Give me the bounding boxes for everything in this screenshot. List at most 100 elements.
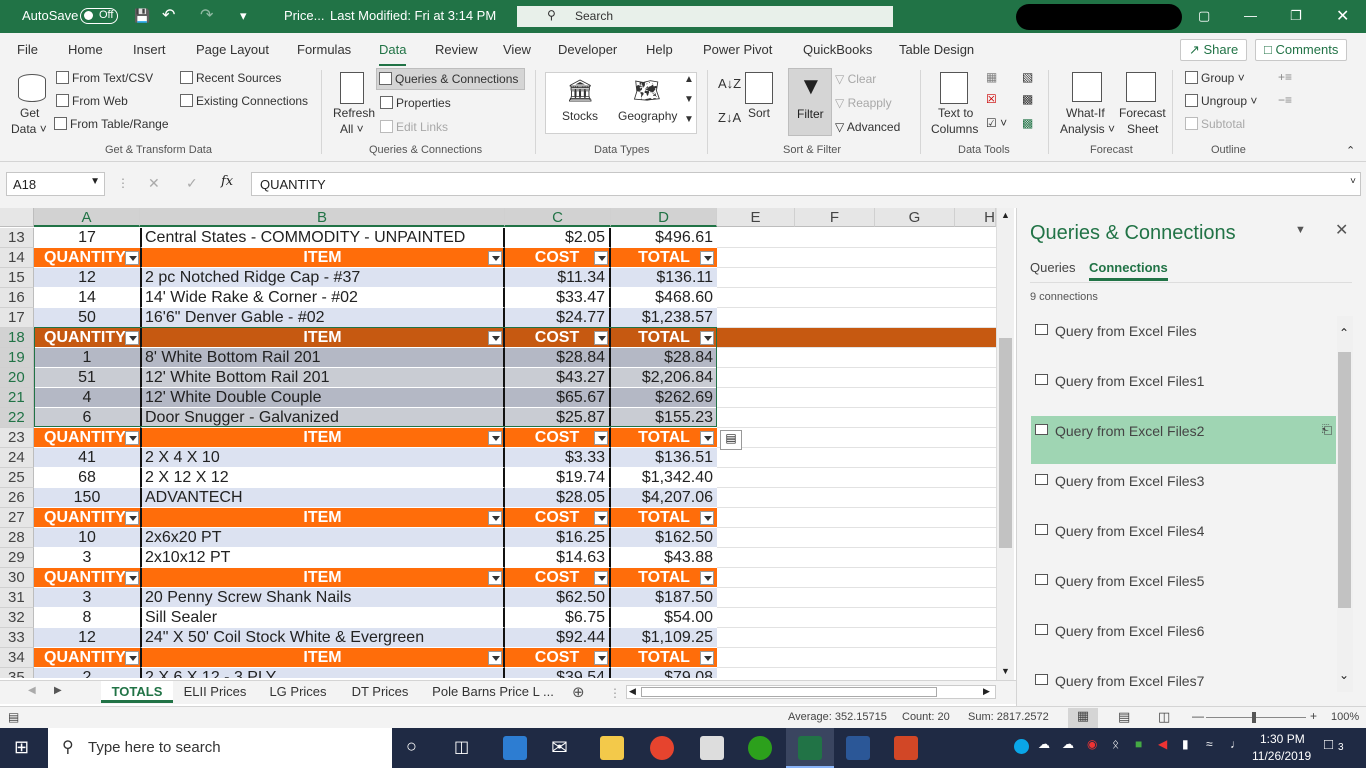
cell-c[interactable]: $28.05 <box>505 488 611 508</box>
select-all-corner[interactable] <box>0 208 34 227</box>
empty-cells[interactable] <box>717 328 1000 348</box>
tab-review[interactable]: Review <box>435 42 478 57</box>
vertical-scrollbar[interactable]: ▲ ▼ <box>996 208 1014 680</box>
cell-b[interactable]: ITEM <box>140 648 505 668</box>
empty-cells[interactable] <box>717 508 1000 528</box>
cell-b[interactable]: Sill Sealer <box>140 608 505 628</box>
row-header[interactable]: 17 <box>0 308 34 328</box>
sort-za-icon[interactable]: Z↓A <box>718 110 741 125</box>
filter-dropdown-icon[interactable] <box>594 331 608 345</box>
empty-cells[interactable] <box>717 368 1000 388</box>
properties-button[interactable]: Properties <box>380 96 451 110</box>
spreadsheet-grid[interactable]: A B C D E F G H 13 17 Central States - COM… <box>0 208 1016 678</box>
filter-dropdown-icon[interactable] <box>488 251 502 265</box>
restore-button[interactable]: ❐ <box>1290 8 1302 24</box>
cell-a[interactable]: 12 <box>34 628 140 648</box>
ribbon-display-icon[interactable]: ▢ <box>1198 8 1210 24</box>
modified-time[interactable]: Last Modified: Fri at 3:14 PM <box>330 8 496 23</box>
connection-doc-icon[interactable]: ⎗ <box>1322 422 1332 438</box>
zoom-out-icon[interactable]: — <box>1192 709 1204 723</box>
quickbooks-icon[interactable] <box>748 736 772 760</box>
tab-formulas[interactable]: Formulas <box>297 42 351 57</box>
collapse-ribbon-icon[interactable]: ⌃ <box>1346 144 1355 157</box>
empty-cells[interactable] <box>717 408 1000 428</box>
row-header[interactable]: 20 <box>0 368 34 388</box>
pane-tab-connections[interactable]: Connections <box>1089 260 1168 281</box>
cell-d[interactable]: $468.60 <box>611 288 717 308</box>
chrome-icon[interactable] <box>650 736 674 760</box>
cell-d[interactable]: $155.23 <box>611 408 717 428</box>
advanced-button[interactable]: ▽ Advanced <box>835 120 900 134</box>
empty-cells[interactable] <box>717 668 1000 678</box>
edit-links-button[interactable]: Edit Links <box>380 120 448 134</box>
cell-c[interactable]: $39.54 <box>505 668 611 678</box>
cell-b[interactable]: 2 X 4 X 10 <box>140 448 505 468</box>
stocks-button[interactable]: Stocks <box>562 109 598 123</box>
row-header[interactable]: 30 <box>0 568 34 588</box>
close-button[interactable]: ✕ <box>1336 6 1349 26</box>
queries-connections-button[interactable]: Queries & Connections <box>376 68 526 90</box>
save-icon[interactable]: 💾 <box>134 8 150 24</box>
connection-item[interactable]: Query from Excel Files1 <box>1031 366 1336 414</box>
scroll-up-icon[interactable]: ▲ <box>1001 210 1010 220</box>
confirm-entry-icon[interactable]: ✓ <box>186 175 198 192</box>
ungroup-button[interactable]: Ungroup ˅ <box>1185 94 1257 108</box>
row-header[interactable]: 13 <box>0 228 34 248</box>
pane-scroll-thumb[interactable] <box>1338 352 1351 608</box>
row-header[interactable]: 19 <box>0 348 34 368</box>
mail-icon[interactable]: ✉ <box>551 735 568 760</box>
filter-dropdown-icon[interactable] <box>125 331 139 345</box>
get-data-button[interactable]: Data ˅ <box>11 122 47 136</box>
tab-quickbooks[interactable]: QuickBooks <box>803 42 872 57</box>
tab-page-layout[interactable]: Page Layout <box>196 42 269 57</box>
taskbar-time[interactable]: 1:30 PM <box>1260 732 1305 746</box>
row-header[interactable]: 35 <box>0 668 34 678</box>
filter-dropdown-icon[interactable] <box>700 571 714 585</box>
macro-record-icon[interactable]: ▤ <box>8 710 19 724</box>
empty-cells[interactable] <box>717 608 1000 628</box>
filter-dropdown-icon[interactable] <box>594 571 608 585</box>
consolidate-icon[interactable]: ▧ <box>1022 70 1033 84</box>
cell-d[interactable]: $496.61 <box>611 228 717 248</box>
cell-c[interactable]: $25.87 <box>505 408 611 428</box>
subtotal-button[interactable]: Subtotal <box>1185 117 1245 131</box>
cell-c[interactable]: $28.84 <box>505 348 611 368</box>
cell-b[interactable]: 8' White Bottom Rail 201 <box>140 348 505 368</box>
cell-d[interactable]: $43.88 <box>611 548 717 568</box>
filter-button[interactable]: ▼ Filter <box>788 68 832 136</box>
from-table-button[interactable]: From Table/Range <box>54 117 169 131</box>
cell-c[interactable]: $11.34 <box>505 268 611 288</box>
filter-dropdown-icon[interactable] <box>700 331 714 345</box>
powerpoint-icon[interactable] <box>894 736 918 760</box>
empty-cells[interactable] <box>717 248 1000 268</box>
row-header[interactable]: 32 <box>0 608 34 628</box>
sort-button[interactable]: Sort <box>748 106 770 120</box>
cell-b[interactable]: 24" X 50' Coil Stock White & Evergreen <box>140 628 505 648</box>
clear-button[interactable]: ▽ Clear <box>835 72 876 86</box>
cell-c[interactable]: $3.33 <box>505 448 611 468</box>
tray-green-icon[interactable]: ■ <box>1135 737 1142 751</box>
taskbar-date[interactable]: 11/26/2019 <box>1252 749 1311 763</box>
cell-c[interactable]: $2.05 <box>505 228 611 248</box>
cell-a[interactable]: 2 <box>34 668 140 678</box>
filter-dropdown-icon[interactable] <box>488 331 502 345</box>
cell-b[interactable]: Door Snugger - Galvanized <box>140 408 505 428</box>
page-break-view-icon[interactable]: ◫ <box>1158 709 1170 725</box>
formula-input[interactable]: QUANTITY ˅ <box>251 172 1361 196</box>
cell-c[interactable]: $16.25 <box>505 528 611 548</box>
sheet-tab-totals[interactable]: TOTALS <box>101 681 173 703</box>
pane-scrollbar[interactable]: ⌃ ⌄ <box>1337 316 1353 692</box>
relationships-icon[interactable]: ▩ <box>1022 92 1033 106</box>
cell-b[interactable]: 12' White Double Couple <box>140 388 505 408</box>
windows-start-icon[interactable]: ⊞ <box>14 737 29 758</box>
filter-dropdown-icon[interactable] <box>594 431 608 445</box>
row-header[interactable]: 15 <box>0 268 34 288</box>
cortana-icon[interactable]: ○ <box>406 736 417 757</box>
tab-home[interactable]: Home <box>68 42 103 57</box>
cell-b[interactable]: ITEM <box>140 248 505 268</box>
scroll-left-icon[interactable]: ◀ <box>629 686 636 697</box>
sort-az-icon[interactable]: A↓Z <box>718 76 741 91</box>
row-header[interactable]: 23 <box>0 428 34 448</box>
minimize-button[interactable]: — <box>1244 8 1257 23</box>
filter-dropdown-icon[interactable] <box>700 651 714 665</box>
